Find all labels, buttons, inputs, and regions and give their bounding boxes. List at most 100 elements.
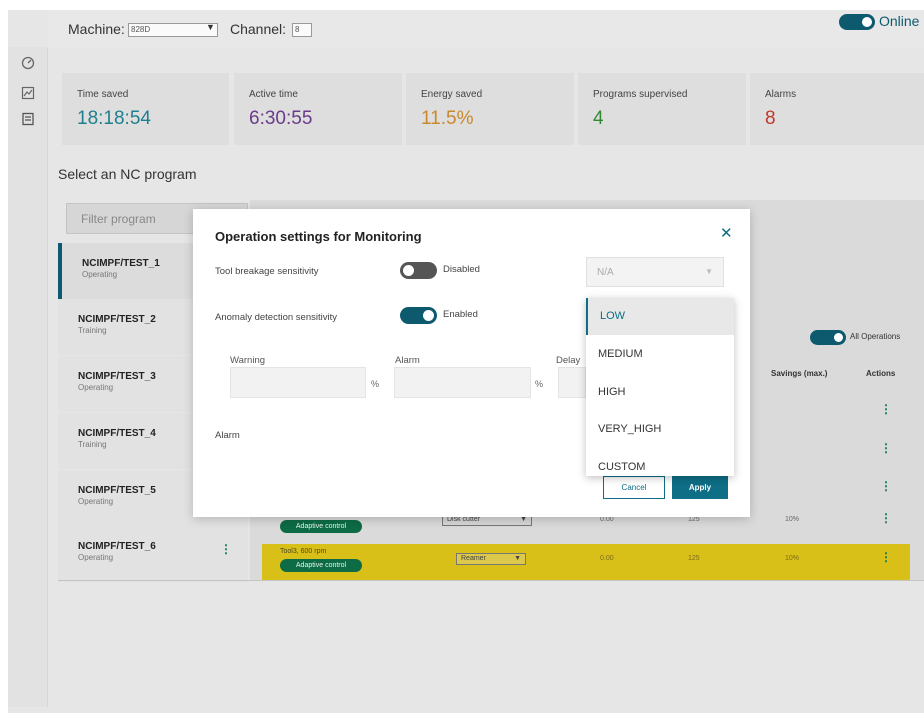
- online-toggle[interactable]: [839, 14, 875, 30]
- stat-label: Active time: [249, 89, 298, 100]
- row-kebab-icon[interactable]: ⋮: [880, 550, 892, 564]
- stat-energy-saved: Energy saved 11.5%: [406, 73, 574, 145]
- cancel-button-label: Cancel: [621, 483, 647, 492]
- stat-programs-supervised: Programs supervised 4: [578, 73, 746, 145]
- stat-label: Alarms: [765, 89, 797, 100]
- all-operations-label: All Operations: [850, 332, 901, 341]
- channel-select-value: 8: [295, 25, 300, 34]
- stat-alarms: Alarms 8: [750, 73, 924, 145]
- program-status: Operating: [78, 497, 114, 506]
- alarm-row-label: Alarm: [215, 430, 240, 441]
- adaptive-control-badge[interactable]: Adaptive control: [280, 559, 362, 572]
- program-status: Operating: [78, 553, 114, 562]
- program-status: Operating: [78, 383, 114, 392]
- delay-input[interactable]: [558, 367, 586, 398]
- stat-label: Programs supervised: [593, 89, 688, 100]
- chevron-down-icon: ▼: [705, 267, 713, 276]
- delay-label: Delay: [556, 355, 581, 366]
- stat-value: 8: [765, 108, 776, 129]
- column-header-actions: Actions: [866, 369, 896, 378]
- stat-label: Time saved: [77, 89, 129, 100]
- program-name: NCIMPF/TEST_3: [78, 371, 156, 382]
- apply-button[interactable]: Apply: [672, 476, 728, 499]
- channel-select[interactable]: 8: [292, 23, 312, 37]
- machine-select[interactable]: 828D: [128, 23, 218, 37]
- program-item[interactable]: NCIMPF/TEST_6 Operating ⋮: [58, 526, 248, 582]
- row-kebab-icon[interactable]: ⋮: [880, 479, 892, 493]
- machine-label: Machine:: [68, 21, 125, 37]
- dropdown-option-custom[interactable]: CUSTOM: [586, 449, 734, 476]
- stat-label: Energy saved: [421, 89, 483, 100]
- program-name: NCIMPF/TEST_2: [78, 314, 156, 325]
- top-bar: Machine: 828D ▼ Channel: 8: [48, 10, 924, 47]
- stat-value: 18:18:54: [77, 108, 151, 129]
- table-cell: 0.00: [600, 555, 614, 562]
- table-cell: 0.00: [600, 516, 614, 523]
- online-label: Online: [879, 13, 920, 29]
- alarm-input[interactable]: [394, 367, 531, 398]
- filter-placeholder: Filter program: [81, 212, 156, 226]
- program-name: NCIMPF/TEST_4: [78, 428, 156, 439]
- stat-time-saved: Time saved 18:18:54: [62, 73, 229, 145]
- stat-value: 6:30:55: [249, 108, 313, 129]
- section-title: Select an NC program: [58, 166, 197, 182]
- modal-title: Operation settings for Monitoring: [215, 229, 422, 244]
- anomaly-detection-toggle[interactable]: [400, 307, 437, 324]
- tool-breakage-select[interactable]: N/A ▼: [586, 257, 724, 287]
- channel-label: Channel:: [230, 21, 287, 37]
- all-operations-toggle[interactable]: [810, 330, 846, 345]
- percent-unit: %: [371, 379, 380, 389]
- tool-breakage-label: Tool breakage sensitivity: [215, 266, 319, 277]
- document-icon[interactable]: [18, 109, 38, 129]
- tool-breakage-state: Disabled: [443, 264, 480, 275]
- stat-value: 11.5%: [421, 108, 474, 129]
- close-icon[interactable]: ✕: [720, 224, 733, 242]
- table-cell: 125: [688, 516, 700, 523]
- cutter-select-value: Disk cutter: [447, 516, 481, 523]
- chevron-down-icon: ▼: [206, 22, 215, 32]
- table-row: Tool3, 600 rpm Adaptive control Reamer ▼…: [262, 544, 910, 580]
- column-header-savings: Savings (max.): [771, 369, 828, 378]
- sensitivity-dropdown: LOW MEDIUM HIGH VERY_HIGH CUSTOM: [586, 298, 734, 476]
- warning-input[interactable]: [230, 367, 366, 398]
- program-name: NCIMPF/TEST_1: [82, 258, 160, 269]
- program-name: NCIMPF/TEST_6: [78, 541, 156, 552]
- anomaly-detection-state: Enabled: [443, 309, 478, 320]
- adaptive-control-badge[interactable]: Adaptive control: [280, 520, 362, 533]
- stat-active-time: Active time 6:30:55: [234, 73, 402, 145]
- cancel-button[interactable]: Cancel: [603, 476, 665, 499]
- dropdown-option-low[interactable]: LOW: [586, 298, 734, 335]
- tool-text: Tool3, 600 rpm: [280, 548, 327, 555]
- program-status: Training: [78, 326, 107, 335]
- chevron-down-icon: ▼: [514, 555, 521, 562]
- dropdown-option-high[interactable]: HIGH: [586, 374, 734, 411]
- chart-icon[interactable]: [18, 83, 38, 103]
- anomaly-detection-label: Anomaly detection sensitivity: [215, 312, 337, 323]
- stat-value: 4: [593, 108, 604, 129]
- program-name: NCIMPF/TEST_5: [78, 485, 156, 496]
- kebab-menu-icon[interactable]: ⋮: [220, 542, 232, 556]
- apply-button-label: Apply: [688, 483, 712, 492]
- na-select-value: N/A: [597, 267, 614, 278]
- cutter-select-value: Reamer: [461, 555, 486, 562]
- program-status: Training: [78, 440, 107, 449]
- row-kebab-icon[interactable]: ⋮: [880, 441, 892, 455]
- table-cell: 10%: [785, 516, 800, 523]
- percent-unit: %: [535, 379, 544, 389]
- table-cell: 10%: [785, 555, 800, 562]
- cutter-select[interactable]: Reamer ▼: [456, 553, 526, 565]
- dropdown-option-medium[interactable]: MEDIUM: [586, 336, 734, 373]
- row-kebab-icon[interactable]: ⋮: [880, 511, 892, 525]
- warning-label: Warning: [230, 355, 266, 366]
- program-status: Operating: [82, 270, 118, 279]
- left-nav: [8, 47, 48, 707]
- divider: [58, 580, 924, 581]
- tool-breakage-toggle[interactable]: [400, 262, 437, 279]
- alarm-threshold-label: Alarm: [395, 355, 420, 366]
- table-cell: 125: [688, 555, 700, 562]
- dashboard-icon[interactable]: [18, 53, 38, 73]
- machine-select-value: 828D: [131, 25, 151, 34]
- dropdown-option-very-high[interactable]: VERY_HIGH: [586, 411, 734, 448]
- row-kebab-icon[interactable]: ⋮: [880, 402, 892, 416]
- screen: Machine: 828D ▼ Channel: 8 Online Time s…: [0, 0, 924, 713]
